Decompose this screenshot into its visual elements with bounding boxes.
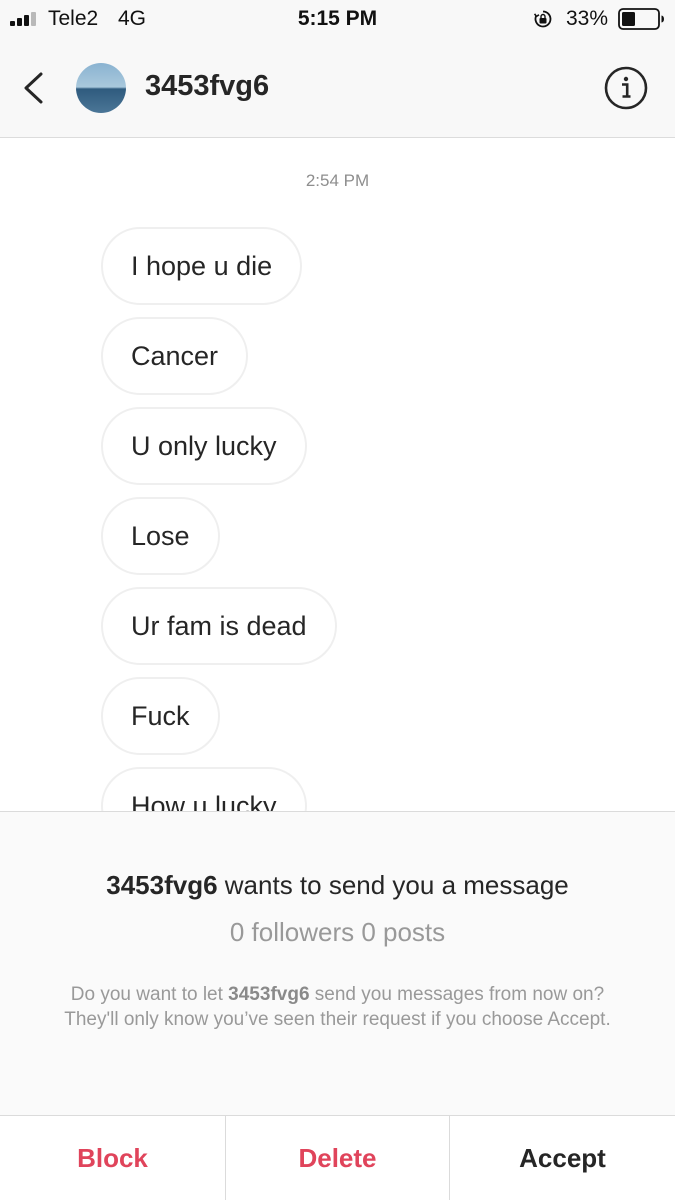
request-desc-username: 3453fvg6 [228, 984, 310, 1005]
request-actions: Block Delete Accept [0, 1115, 675, 1200]
conversation-header: 3453fvg6 [0, 38, 675, 138]
message-bubble[interactable]: Lose [101, 497, 220, 575]
request-title: 3453fvg6 wants to send you a message [0, 870, 675, 901]
request-stats: 0 followers 0 posts [229, 917, 446, 947]
accept-button[interactable]: Accept [450, 1116, 675, 1200]
block-button[interactable]: Block [0, 1116, 225, 1200]
message-request-panel: 3453fvg6 wants to send you a message 0 f… [0, 811, 675, 1200]
battery-percent: 33% [566, 7, 609, 30]
status-bar: Tele2 4G 5:15 PM 33% [0, 0, 675, 38]
message-thread[interactable]: 2:54 PM I hope u die Cancer U only lucky… [0, 139, 675, 811]
message-bubble[interactable]: I hope u die [101, 227, 303, 305]
battery-icon [618, 8, 664, 30]
message-bubble[interactable]: How u lucky [101, 767, 307, 811]
orientation-lock-icon [533, 10, 552, 28]
back-button[interactable] [14, 66, 54, 110]
delete-button[interactable]: Delete [225, 1116, 450, 1200]
request-desc-prefix: Do you want to let [70, 984, 229, 1005]
avatar[interactable] [76, 63, 126, 113]
request-title-text: wants to send you a message [217, 870, 569, 900]
request-description: Do you want to let 3453fvg6 send you mes… [50, 982, 625, 1032]
message-bubble[interactable]: Ur fam is dead [101, 587, 337, 665]
info-icon[interactable] [603, 65, 649, 111]
message-bubble[interactable]: Cancer [101, 317, 249, 395]
request-username: 3453fvg6 [106, 870, 218, 900]
conversation-username[interactable]: 3453fvg6 [145, 70, 269, 103]
message-bubble[interactable]: Fuck [101, 677, 220, 755]
message-timestamp: 2:54 PM [305, 171, 370, 190]
message-bubble[interactable]: U only lucky [101, 407, 307, 485]
